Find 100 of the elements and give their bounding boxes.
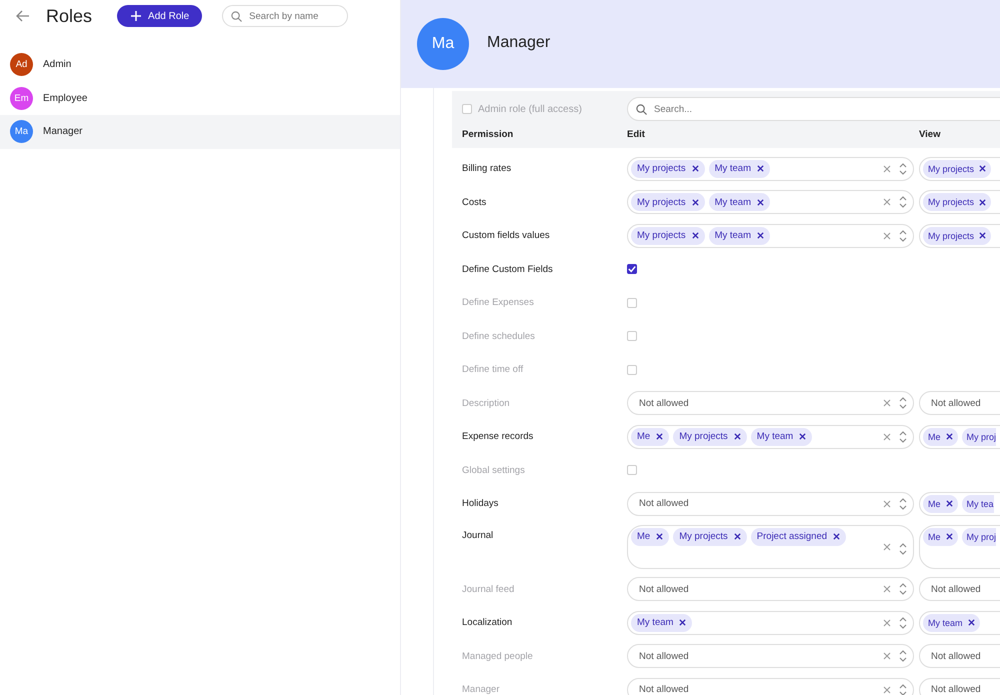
- admin-role-checkbox[interactable]: [462, 104, 472, 114]
- edit-select[interactable]: Me My projects My team: [627, 424, 914, 449]
- remove-icon[interactable]: [656, 433, 664, 440]
- remove-icon[interactable]: [757, 198, 764, 206]
- view-select[interactable]: Not allowed: [919, 391, 1000, 416]
- clear-icon[interactable]: [883, 652, 891, 660]
- remove-icon[interactable]: [734, 533, 741, 540]
- edit-select[interactable]: Not allowed: [627, 644, 914, 668]
- view-select[interactable]: Not allowed: [919, 644, 1000, 668]
- scope-tag: My tea: [962, 494, 994, 513]
- scope-tag: Me: [923, 428, 958, 446]
- remove-icon[interactable]: [692, 198, 699, 206]
- remove-icon[interactable]: [833, 533, 840, 540]
- column-header: Edit: [627, 128, 646, 140]
- remove-icon[interactable]: [979, 232, 986, 240]
- edit-select[interactable]: Not allowed: [627, 391, 914, 416]
- edit-select[interactable]: Not allowed: [627, 577, 914, 602]
- permission-checkbox[interactable]: [627, 264, 637, 274]
- chevron-icon[interactable]: [899, 650, 907, 662]
- view-select[interactable]: Me My proj: [919, 424, 1000, 449]
- role-avatar: Em: [10, 86, 33, 110]
- permission-name: Journal: [462, 530, 494, 540]
- scope-tag: My projects: [631, 193, 705, 212]
- edit-select[interactable]: My projects My team: [627, 190, 914, 214]
- view-select[interactable]: My projects: [919, 224, 1000, 248]
- scope-tag: My team: [708, 226, 770, 245]
- view-select[interactable]: My projects: [919, 156, 1000, 181]
- role-item[interactable]: Ad Admin: [0, 48, 400, 82]
- remove-icon[interactable]: [757, 165, 764, 172]
- remove-icon[interactable]: [656, 533, 664, 540]
- remove-icon[interactable]: [757, 232, 764, 240]
- view-select[interactable]: Not allowed: [919, 678, 1000, 695]
- remove-icon[interactable]: [799, 433, 806, 440]
- column-header: View: [919, 128, 940, 140]
- remove-icon[interactable]: [979, 165, 986, 172]
- remove-icon[interactable]: [734, 433, 741, 440]
- clear-icon[interactable]: [883, 232, 891, 240]
- chevron-icon[interactable]: [899, 230, 907, 242]
- view-select[interactable]: My projects: [919, 190, 1000, 214]
- scope-tag: My projects: [923, 226, 992, 245]
- permission-name: Manager: [462, 684, 500, 695]
- scope-tag: My projects: [673, 428, 747, 446]
- back-arrow-icon[interactable]: [16, 10, 30, 22]
- view-select[interactable]: My team: [919, 610, 1000, 635]
- permission-name: Localization: [462, 617, 514, 628]
- column-header: Permission: [462, 128, 514, 140]
- scope-tag: My projects: [631, 226, 705, 245]
- edit-select[interactable]: Not allowed: [627, 492, 914, 516]
- chevron-icon[interactable]: [899, 542, 907, 554]
- chevron-icon[interactable]: [899, 162, 907, 175]
- remove-icon[interactable]: [946, 500, 953, 508]
- remove-icon[interactable]: [692, 232, 699, 240]
- edit-select[interactable]: Not allowed: [627, 678, 914, 695]
- clear-icon[interactable]: [883, 618, 891, 627]
- scope-tag: Me: [631, 528, 670, 546]
- scope-tag: My team: [631, 614, 692, 632]
- search-field[interactable]: Search by name: [222, 5, 348, 27]
- add-role-button[interactable]: Add Role: [117, 5, 202, 27]
- chevron-icon[interactable]: [899, 196, 907, 208]
- clear-icon[interactable]: [883, 432, 891, 441]
- chevron-icon[interactable]: [899, 684, 907, 695]
- chevron-icon[interactable]: [899, 616, 907, 629]
- clear-icon[interactable]: [883, 686, 891, 694]
- view-select[interactable]: Me My tea: [919, 492, 1000, 516]
- remove-icon[interactable]: [979, 198, 986, 206]
- scope-tag: My proj: [962, 428, 996, 446]
- clear-icon[interactable]: [883, 500, 891, 508]
- role-item[interactable]: Em Employee: [0, 82, 400, 115]
- edit-select[interactable]: My projects My team: [627, 156, 914, 181]
- scope-tag: Me: [923, 528, 958, 546]
- edit-select[interactable]: Me My projects Project assigned: [627, 524, 914, 568]
- role-avatar: Ma: [417, 18, 469, 70]
- clear-icon[interactable]: [883, 542, 891, 550]
- page-title: Roles: [46, 6, 92, 26]
- permission-search-field[interactable]: Search...: [627, 97, 1000, 121]
- edit-select[interactable]: My projects My team: [627, 224, 914, 248]
- chevron-icon[interactable]: [899, 430, 907, 443]
- edit-select[interactable]: My team: [627, 610, 914, 635]
- scope-tag: My projects: [923, 160, 992, 178]
- chevron-icon[interactable]: [899, 583, 907, 596]
- scope-tag: My team: [923, 614, 980, 632]
- chevron-icon[interactable]: [899, 498, 907, 510]
- clear-icon[interactable]: [883, 198, 891, 206]
- role-item[interactable]: Ma Manager: [0, 115, 400, 148]
- permission-name: Define schedules: [462, 330, 536, 342]
- role-avatar: Ad: [10, 53, 33, 76]
- remove-icon[interactable]: [692, 165, 699, 172]
- view-select[interactable]: Me My proj: [919, 524, 1000, 568]
- clear-icon[interactable]: [883, 399, 891, 408]
- clear-icon[interactable]: [883, 585, 891, 594]
- role-avatar: Ma: [10, 120, 33, 144]
- remove-icon[interactable]: [946, 433, 953, 440]
- clear-icon[interactable]: [883, 164, 891, 173]
- remove-icon[interactable]: [968, 619, 975, 626]
- remove-icon[interactable]: [679, 619, 686, 626]
- scope-tag: My team: [750, 428, 812, 446]
- admin-role-label: Admin role (full access): [478, 104, 582, 114]
- chevron-icon[interactable]: [899, 397, 907, 410]
- view-select[interactable]: Not allowed: [919, 577, 1000, 602]
- remove-icon[interactable]: [946, 533, 953, 540]
